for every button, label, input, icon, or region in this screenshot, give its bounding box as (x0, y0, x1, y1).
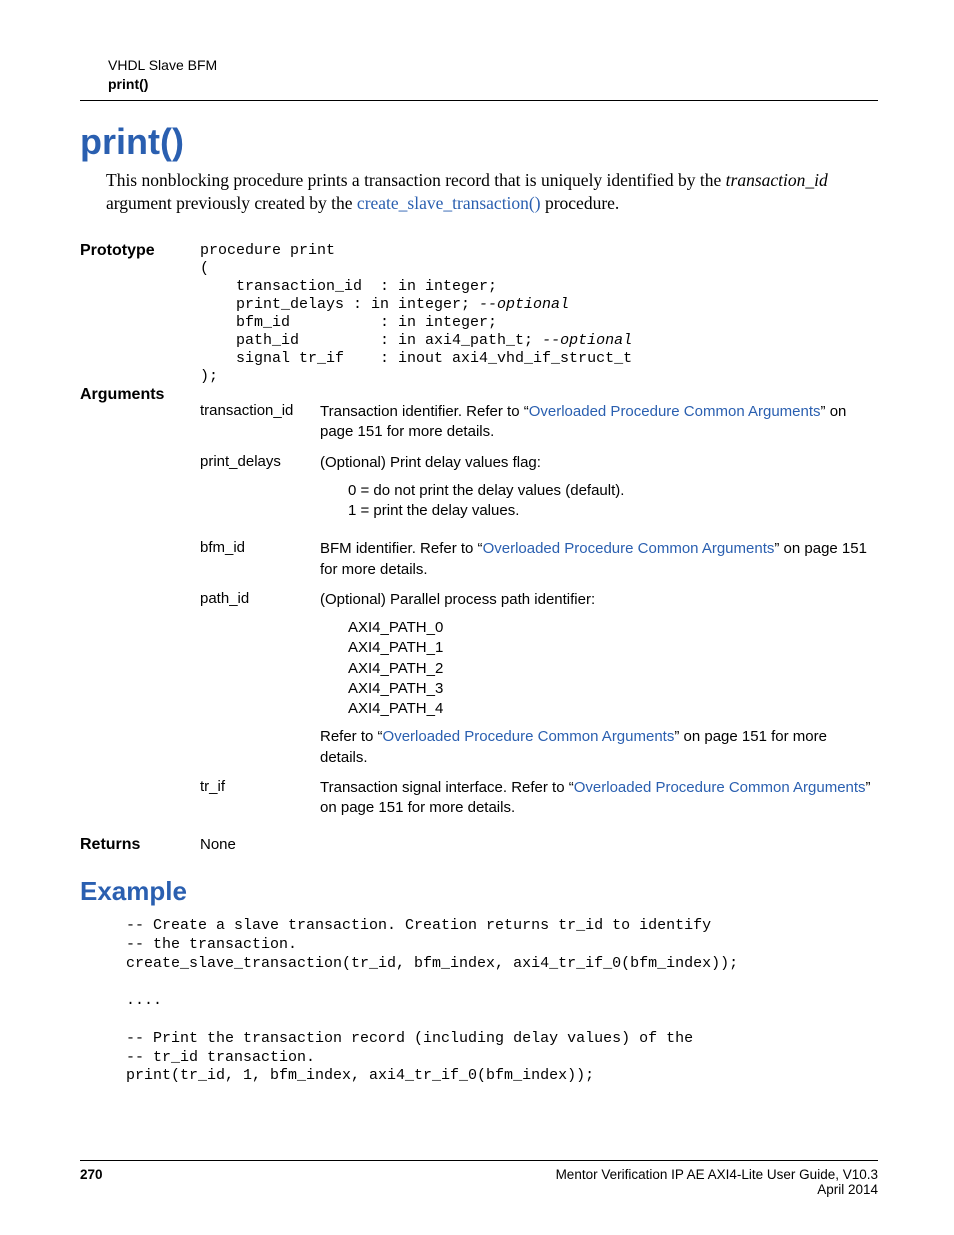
arguments-label: Arguments (80, 386, 200, 828)
arguments-row: Arguments transaction_id Transaction ide… (80, 386, 878, 828)
arg-row-bfm-id: bfm_id BFM identifier. Refer to “Overloa… (200, 539, 878, 590)
footer-right: Mentor Verification IP AE AXI4-Lite User… (556, 1167, 878, 1197)
arg-desc: Transaction signal interface. Refer to “… (320, 778, 878, 829)
arg-name: bfm_id (200, 539, 320, 590)
intro-italic: transaction_id (726, 170, 828, 190)
arg-row-path-id: path_id (Optional) Parallel process path… (200, 590, 878, 778)
arg-link[interactable]: Overloaded Procedure Common Arguments (529, 403, 821, 420)
arg-row-transaction-id: transaction_id Transaction identifier. R… (200, 402, 878, 453)
arg-row-tr-if: tr_if Transaction signal interface. Refe… (200, 778, 878, 829)
arg-sublist: 0 = do not print the delay values (defau… (320, 481, 878, 522)
arg-name: print_delays (200, 453, 320, 540)
returns-label: Returns (80, 828, 200, 854)
arg-link[interactable]: Overloaded Procedure Common Arguments (574, 779, 866, 796)
footer-row: 270 Mentor Verification IP AE AXI4-Lite … (80, 1167, 878, 1197)
arg-after: Refer to “Overloaded Procedure Common Ar… (320, 727, 878, 768)
page-header: VHDL Slave BFM print() (80, 56, 878, 101)
arguments-cell: transaction_id Transaction identifier. R… (200, 386, 878, 828)
page-footer: 270 Mentor Verification IP AE AXI4-Lite … (80, 1160, 878, 1197)
intro-paragraph: This nonblocking procedure prints a tran… (80, 169, 878, 216)
arg-desc: Transaction identifier. Refer to “Overlo… (320, 402, 878, 453)
arg-desc: BFM identifier. Refer to “Overloaded Pro… (320, 539, 878, 590)
arg-name: transaction_id (200, 402, 320, 453)
arg-row-print-delays: print_delays (Optional) Print delay valu… (200, 453, 878, 540)
header-chapter: VHDL Slave BFM (108, 56, 878, 75)
example-heading: Example (80, 876, 878, 907)
prototype-row: Prototype procedure print ( transaction_… (80, 242, 878, 386)
returns-row: Returns None (80, 828, 878, 854)
sections-table: Prototype procedure print ( transaction_… (80, 242, 878, 854)
prototype-label: Prototype (80, 242, 200, 386)
arg-name: tr_if (200, 778, 320, 829)
arg-sublist: AXI4_PATH_0 AXI4_PATH_1 AXI4_PATH_2 AXI4… (320, 618, 878, 719)
arguments-table: transaction_id Transaction identifier. R… (200, 402, 878, 828)
header-section: print() (108, 75, 878, 94)
arg-link[interactable]: Overloaded Procedure Common Arguments (383, 728, 675, 745)
arg-name: path_id (200, 590, 320, 778)
arg-desc: (Optional) Print delay values flag: 0 = … (320, 453, 878, 540)
arg-link[interactable]: Overloaded Procedure Common Arguments (483, 540, 775, 557)
returns-value: None (200, 828, 878, 854)
arg-desc: (Optional) Parallel process path identif… (320, 590, 878, 778)
prototype-code: procedure print ( transaction_id : in in… (200, 242, 878, 386)
page-title: print() (80, 121, 878, 163)
footer-date: April 2014 (556, 1182, 878, 1197)
intro-pre: This nonblocking procedure prints a tran… (106, 170, 726, 190)
footer-doc-title: Mentor Verification IP AE AXI4-Lite User… (556, 1167, 878, 1182)
intro-mid: argument previously created by the (106, 193, 357, 213)
prototype-cell: procedure print ( transaction_id : in in… (200, 242, 878, 386)
intro-link[interactable]: create_slave_transaction() (357, 193, 541, 213)
example-code: -- Create a slave transaction. Creation … (80, 917, 878, 1086)
footer-page-number: 270 (80, 1167, 103, 1197)
intro-post: procedure. (541, 193, 620, 213)
